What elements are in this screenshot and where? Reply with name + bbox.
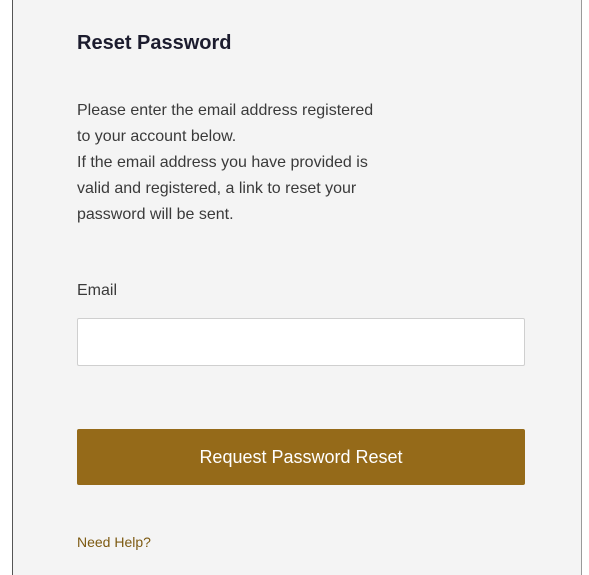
need-help-link[interactable]: Need Help? xyxy=(77,534,151,550)
request-password-reset-button[interactable]: Request Password Reset xyxy=(77,429,525,485)
reset-password-panel: Reset Password Please enter the email ad… xyxy=(12,0,582,575)
instructions-line: If the email address you have provided i… xyxy=(77,154,368,171)
email-field[interactable] xyxy=(77,318,525,366)
email-label: Email xyxy=(77,282,118,299)
instructions-text: Please enter the email address registere… xyxy=(77,98,527,228)
instructions-line: password will be sent. xyxy=(77,206,234,223)
instructions-line: Please enter the email address registere… xyxy=(77,102,374,119)
page-title: Reset Password xyxy=(77,32,232,54)
instructions-line: valid and registered, a link to reset yo… xyxy=(77,180,357,197)
instructions-line: to your account below. xyxy=(77,128,237,145)
